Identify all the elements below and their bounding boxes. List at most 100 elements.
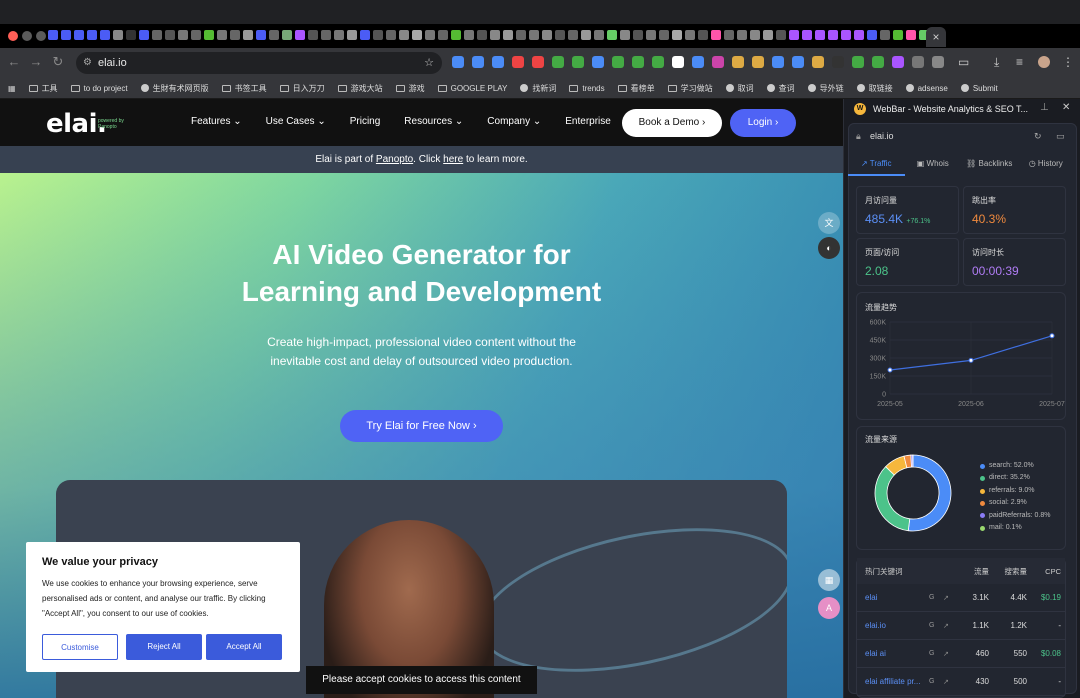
tab-favicon[interactable]: [516, 30, 526, 40]
bookmark-item[interactable]: 游戏大站: [337, 83, 383, 94]
extension-panel-icon[interactable]: ▭: [958, 55, 969, 69]
nav-pricing[interactable]: Pricing: [350, 116, 381, 127]
tab-favicon[interactable]: [295, 30, 305, 40]
extension-icon[interactable]: [632, 56, 644, 68]
panopto-link[interactable]: Panopto: [376, 154, 413, 165]
tab-favicon[interactable]: [61, 30, 71, 40]
tab-favicon[interactable]: [360, 30, 370, 40]
extension-icon[interactable]: [792, 56, 804, 68]
tab-favicon[interactable]: [100, 30, 110, 40]
tab-favicon[interactable]: [243, 30, 253, 40]
extension-icon[interactable]: [772, 56, 784, 68]
google-icon[interactable]: G: [929, 594, 943, 601]
tab-favicon[interactable]: [503, 30, 513, 40]
tab-favicon[interactable]: [399, 30, 409, 40]
bookmark-item[interactable]: 取链接: [856, 83, 893, 94]
tab-favicon[interactable]: [789, 30, 799, 40]
pin-icon[interactable]: ⊥: [1040, 102, 1049, 113]
tab-favicon[interactable]: [880, 30, 890, 40]
trend-icon[interactable]: ↗: [943, 622, 959, 630]
site-info-icon[interactable]: ⚙: [83, 52, 92, 74]
bookmark-item[interactable]: 生財有术网页版: [140, 83, 209, 94]
reload-icon[interactable]: ↻: [50, 54, 66, 70]
tab-favicon[interactable]: [48, 30, 58, 40]
forward-icon[interactable]: →: [28, 54, 44, 69]
panel-close-icon[interactable]: ✕: [1062, 102, 1070, 113]
bookmark-item[interactable]: 取词: [725, 83, 754, 94]
trend-icon[interactable]: ↗: [943, 650, 959, 658]
bookmark-item[interactable]: 查词: [766, 83, 795, 94]
tab-favicon[interactable]: [412, 30, 422, 40]
tab-favicon[interactable]: [113, 30, 123, 40]
tab-favicon[interactable]: [386, 30, 396, 40]
keyword-row[interactable]: elai affiliate pr... G ↗ 430 500 -: [857, 668, 1065, 696]
tab-favicon[interactable]: [256, 30, 266, 40]
google-icon[interactable]: G: [929, 650, 943, 657]
tab-favicon[interactable]: [74, 30, 84, 40]
keyword-row[interactable]: elai.io G ↗ 1.1K 1.2K -: [857, 612, 1065, 640]
extension-float-icon[interactable]: ◐: [818, 237, 840, 259]
extension-icon[interactable]: [572, 56, 584, 68]
bookmark-item[interactable]: trends: [569, 84, 605, 93]
extension-icons[interactable]: [452, 56, 944, 68]
login-button[interactable]: Login ›: [730, 109, 796, 137]
tab-favicon[interactable]: [282, 30, 292, 40]
apps-icon[interactable]: ▦: [8, 84, 16, 93]
tab-favicon[interactable]: [555, 30, 565, 40]
tab-favicon[interactable]: [347, 30, 357, 40]
tab-whois[interactable]: ▣ Whois: [905, 152, 962, 176]
tab-favicon[interactable]: [490, 30, 500, 40]
tab-favicon[interactable]: [750, 30, 760, 40]
tab-favicon[interactable]: [672, 30, 682, 40]
tab-favicon[interactable]: [464, 30, 474, 40]
tab-favicon[interactable]: [87, 30, 97, 40]
keyword-link[interactable]: elai affiliate pr...: [857, 677, 929, 686]
extension-icon[interactable]: [712, 56, 724, 68]
back-icon[interactable]: ←: [6, 54, 22, 69]
bookmark-item[interactable]: Submit: [960, 84, 998, 93]
tab-favicon[interactable]: [646, 30, 656, 40]
trend-icon[interactable]: ↗: [943, 678, 959, 686]
nav-company[interactable]: Company ⌄: [487, 116, 541, 127]
tab-traffic[interactable]: ↗ Traffic: [848, 152, 905, 176]
bookmark-item[interactable]: 工具: [28, 83, 58, 94]
nav-features[interactable]: Features ⌄: [191, 116, 242, 127]
translate-icon[interactable]: 文: [818, 212, 840, 234]
bookmark-item[interactable]: 看榜单: [617, 83, 655, 94]
bookmark-item[interactable]: 日入万刀: [279, 83, 325, 94]
keyword-link[interactable]: elai: [857, 593, 929, 602]
keyword-row[interactable]: elai ai G ↗ 460 550 $0.08: [857, 640, 1065, 668]
tab-favicon[interactable]: [802, 30, 812, 40]
customise-button[interactable]: Customise: [42, 634, 118, 660]
refresh-icon[interactable]: ↻: [1034, 124, 1042, 148]
trend-icon[interactable]: ↗: [943, 594, 959, 602]
minimize-window-icon[interactable]: [22, 31, 32, 41]
book-demo-button[interactable]: Book a Demo ›: [622, 109, 722, 137]
tab-favicon[interactable]: [711, 30, 721, 40]
tab-favicon[interactable]: [217, 30, 227, 40]
extension-icon[interactable]: [932, 56, 944, 68]
bookmark-star-icon[interactable]: ☆: [424, 52, 434, 74]
tab-favicon[interactable]: [373, 30, 383, 40]
tab-favicon[interactable]: [568, 30, 578, 40]
extension-icon[interactable]: [652, 56, 664, 68]
extension-icon[interactable]: [592, 56, 604, 68]
tab-favicon[interactable]: [841, 30, 851, 40]
qr-icon[interactable]: ▦: [818, 569, 840, 591]
tab-favicon[interactable]: [633, 30, 643, 40]
extension-icon[interactable]: [852, 56, 864, 68]
extension-icon[interactable]: [832, 56, 844, 68]
profile-avatar[interactable]: [1038, 56, 1050, 68]
tab-favicon[interactable]: [230, 30, 240, 40]
extension-icon[interactable]: [512, 56, 524, 68]
tab-favicon[interactable]: [724, 30, 734, 40]
tab-favicon[interactable]: [763, 30, 773, 40]
layout-icon[interactable]: ▭: [1056, 124, 1065, 148]
bookmark-item[interactable]: 导外链: [807, 83, 844, 94]
address-bar[interactable]: ⚙ elai.io ☆: [76, 52, 442, 74]
extension-icon[interactable]: [452, 56, 464, 68]
tab-close-icon[interactable]: ×: [926, 27, 946, 47]
tab-favicon[interactable]: [906, 30, 916, 40]
extension-icon[interactable]: [692, 56, 704, 68]
tab-favicon[interactable]: [854, 30, 864, 40]
